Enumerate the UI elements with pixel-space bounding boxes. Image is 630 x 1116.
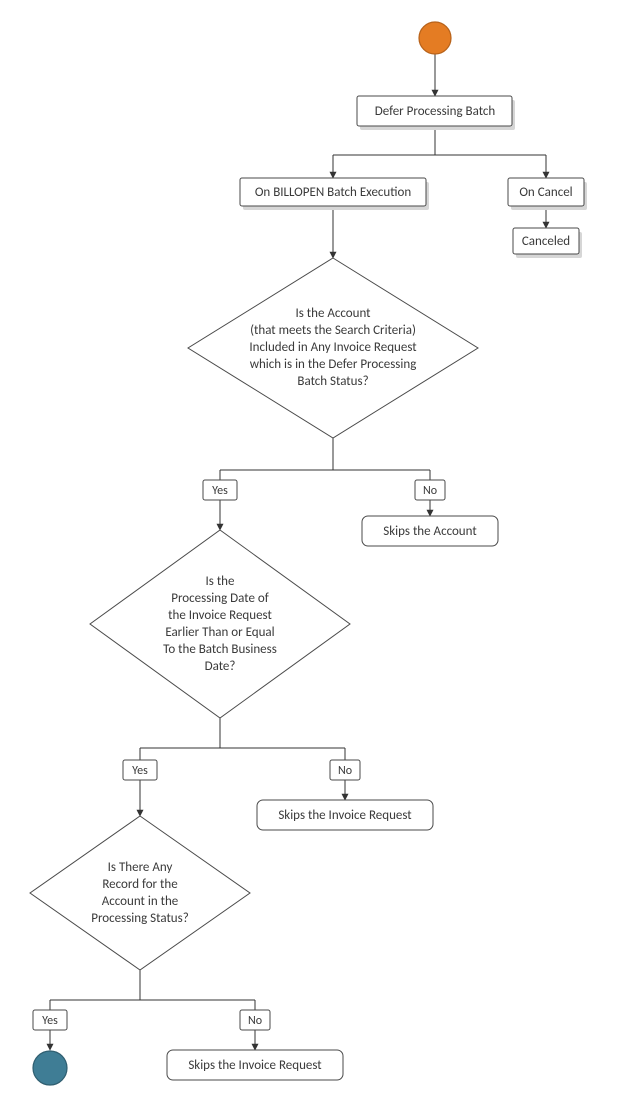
node-canceled: Canceled bbox=[513, 228, 582, 258]
label-d1-no: No bbox=[415, 480, 445, 500]
node-on-cancel: On Cancel bbox=[508, 178, 587, 210]
decision-record-processing-status: Is There Any Record for the Account in t… bbox=[30, 816, 250, 970]
decision-d2-line5: To the Batch Business bbox=[163, 642, 277, 657]
node-skips-invoice-request-2: Skips the Invoice Request bbox=[167, 1050, 343, 1080]
label-d2-no: No bbox=[330, 760, 360, 780]
node-skips-invoice-request-1: Skips the Invoice Request bbox=[257, 800, 433, 830]
flowchart-canvas: Defer Processing Batch On BILLOPEN Batch… bbox=[0, 0, 630, 1116]
label-d1-no-text: No bbox=[423, 484, 437, 498]
decision-d2-line4: Earlier Than or Equal bbox=[165, 625, 274, 640]
label-d3-no: No bbox=[240, 1010, 270, 1030]
decision-d2-line6: Date? bbox=[205, 659, 236, 674]
node-skips-account: Skips the Account bbox=[362, 516, 498, 546]
end-node bbox=[33, 1051, 67, 1085]
decision-processing-date: Is the Processing Date of the Invoice Re… bbox=[90, 530, 350, 718]
start-node bbox=[419, 22, 451, 54]
node-on-cancel-label: On Cancel bbox=[519, 185, 572, 200]
decision-account-in-invoice-request: Is the Account (that meets the Search Cr… bbox=[188, 258, 478, 438]
label-d1-yes-text: Yes bbox=[212, 484, 228, 498]
decision-d3-line2: Record for the bbox=[102, 877, 177, 892]
node-skips-invoice-request-2-label: Skips the Invoice Request bbox=[188, 1058, 322, 1073]
node-on-billopen-label: On BILLOPEN Batch Execution bbox=[255, 185, 412, 200]
node-defer-processing-batch-label: Defer Processing Batch bbox=[375, 104, 496, 119]
label-d3-yes-text: Yes bbox=[42, 1014, 58, 1028]
node-skips-invoice-request-1-label: Skips the Invoice Request bbox=[278, 808, 412, 823]
decision-d1-line5: Batch Status? bbox=[297, 374, 368, 389]
decision-d2-line2: Processing Date of bbox=[171, 591, 268, 606]
decision-d2-line3: the Invoice Request bbox=[168, 608, 272, 623]
label-d2-yes-text: Yes bbox=[132, 764, 148, 778]
label-d3-yes: Yes bbox=[33, 1010, 67, 1030]
label-d3-no-text: No bbox=[248, 1014, 262, 1028]
node-on-billopen: On BILLOPEN Batch Execution bbox=[240, 178, 429, 210]
label-d1-yes: Yes bbox=[203, 480, 237, 500]
decision-d3-line3: Account in the bbox=[102, 894, 179, 909]
decision-d1-line3: Included in Any Invoice Request bbox=[249, 340, 417, 355]
node-canceled-label: Canceled bbox=[522, 234, 570, 249]
node-defer-processing-batch: Defer Processing Batch bbox=[357, 96, 515, 130]
label-d2-no-text: No bbox=[338, 764, 352, 778]
node-skips-account-label: Skips the Account bbox=[383, 524, 477, 539]
decision-d3-line1: Is There Any bbox=[108, 860, 173, 875]
decision-d2-line1: Is the bbox=[206, 574, 235, 589]
decision-d1-line4: which is in the Defer Processing bbox=[250, 357, 417, 372]
label-d2-yes: Yes bbox=[123, 760, 157, 780]
decision-d1-line1: Is the Account bbox=[295, 306, 371, 321]
decision-d1-line2: (that meets the Search Criteria) bbox=[250, 323, 416, 338]
decision-d3-line4: Processing Status? bbox=[91, 911, 188, 926]
